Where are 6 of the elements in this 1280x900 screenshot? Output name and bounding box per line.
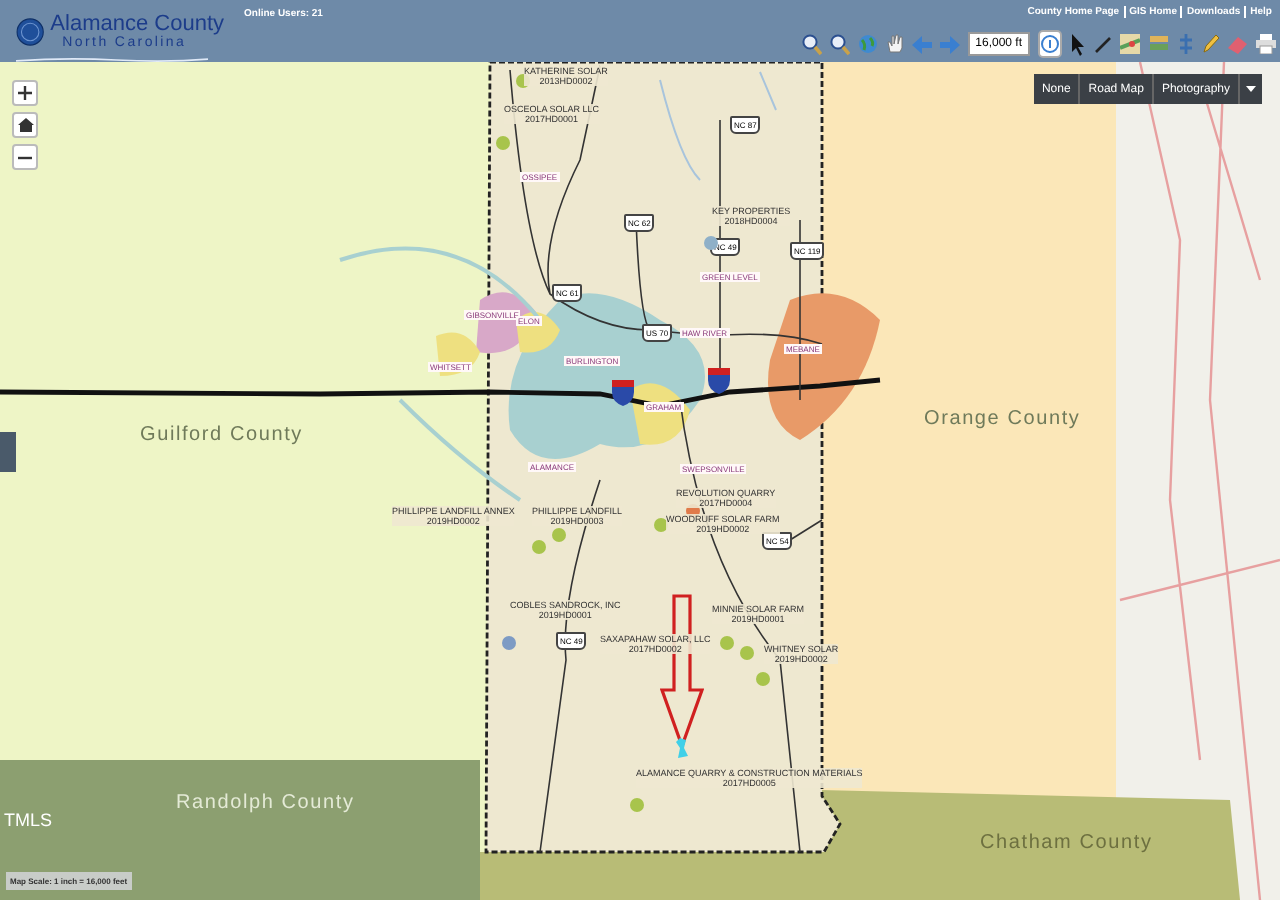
county-label: Chatham County [980,832,1153,854]
county-label: Guilford County [140,424,303,446]
site-title: Alamance County [50,14,224,36]
watermark-text: TMLS [4,810,53,830]
county-label: Randolph County [176,792,355,814]
county-label: Orange County [924,408,1081,430]
